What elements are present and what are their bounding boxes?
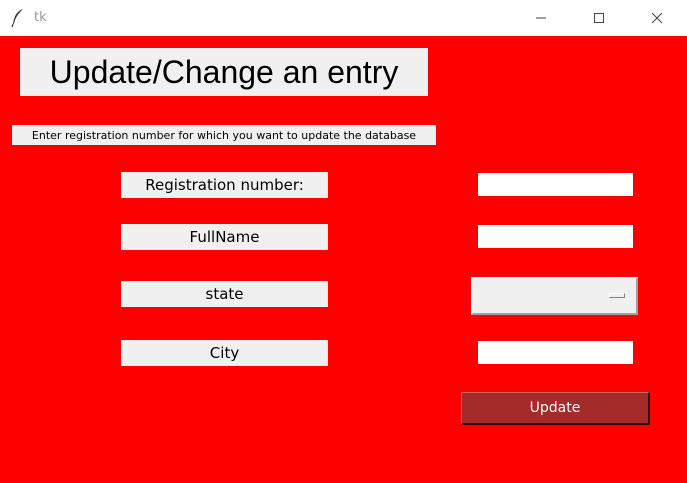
state-label: state <box>121 281 328 307</box>
maximize-icon <box>594 13 604 23</box>
close-icon <box>651 12 663 24</box>
option-menu-indicator-icon <box>609 293 625 298</box>
state-dropdown[interactable] <box>471 277 638 315</box>
city-input[interactable] <box>478 341 633 364</box>
update-button[interactable]: Update <box>461 392 650 425</box>
fullname-input[interactable] <box>478 225 633 248</box>
close-button[interactable] <box>634 0 680 36</box>
window-title: tk <box>34 10 47 25</box>
minimize-button[interactable] <box>518 0 564 36</box>
page-title: Update/Change an entry <box>20 48 428 96</box>
minimize-icon <box>536 17 546 19</box>
registration-label: Registration number: <box>121 172 328 198</box>
maximize-button[interactable] <box>576 0 622 36</box>
fullname-label: FullName <box>121 224 328 250</box>
instruction-text: Enter registration number for which you … <box>12 125 436 145</box>
registration-input[interactable] <box>478 173 633 196</box>
city-label: City <box>121 340 328 366</box>
form-area: Update/Change an entry Enter registratio… <box>0 36 687 483</box>
feather-icon <box>11 8 25 28</box>
title-bar: tk <box>0 0 687 36</box>
